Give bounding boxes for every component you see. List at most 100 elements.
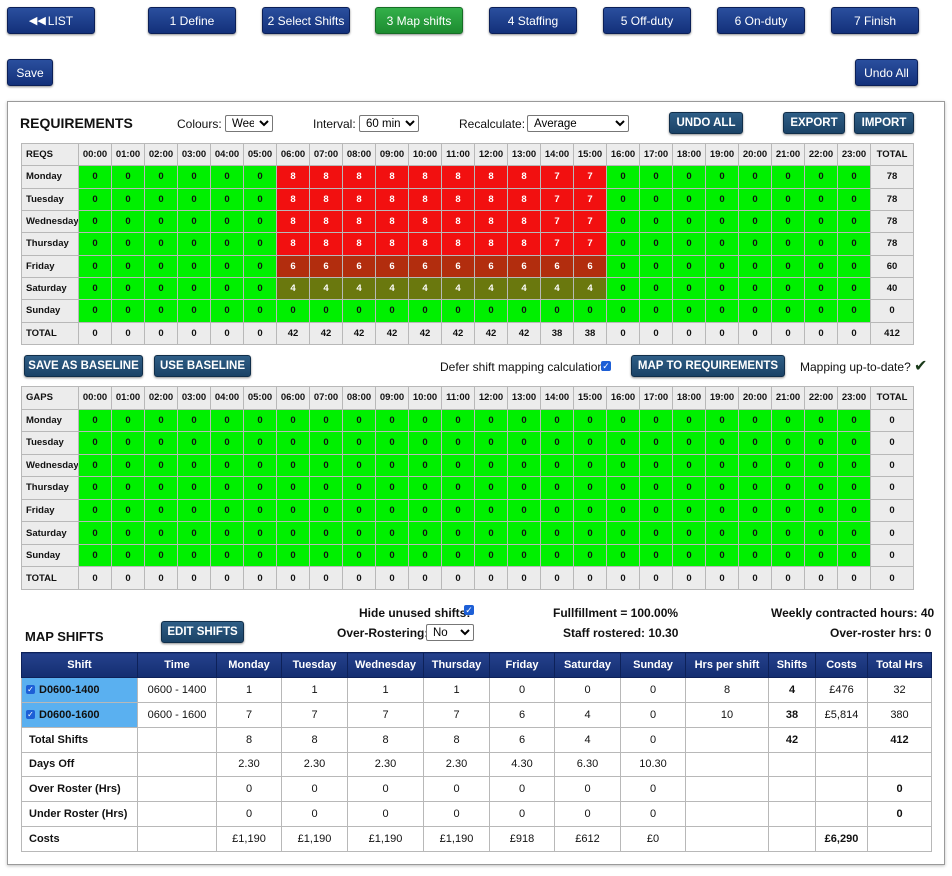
gaps-cell[interactable]: 0 bbox=[837, 498, 871, 523]
reqs-cell[interactable]: 8 bbox=[441, 209, 475, 234]
gaps-cell[interactable]: 0 bbox=[672, 521, 706, 545]
reqs-cell[interactable]: 8 bbox=[375, 232, 409, 256]
reqs-cell[interactable]: 0 bbox=[441, 299, 475, 323]
reqs-cell[interactable]: 0 bbox=[606, 299, 640, 323]
gaps-cell[interactable]: 0 bbox=[639, 521, 673, 545]
undo-all-top-button[interactable]: Undo All bbox=[855, 59, 918, 86]
reqs-cell[interactable]: 0 bbox=[78, 276, 112, 301]
gaps-cell[interactable]: 0 bbox=[441, 498, 475, 523]
gaps-cell[interactable]: 0 bbox=[144, 476, 178, 500]
reqs-cell[interactable]: 0 bbox=[144, 299, 178, 323]
gaps-cell[interactable]: 0 bbox=[771, 543, 805, 568]
gaps-cell[interactable]: 0 bbox=[408, 498, 442, 523]
gaps-cell[interactable]: 0 bbox=[837, 453, 871, 478]
reqs-cell[interactable]: 8 bbox=[342, 187, 376, 211]
reqs-cell[interactable]: 0 bbox=[672, 187, 706, 211]
gaps-cell[interactable]: 0 bbox=[738, 476, 772, 500]
gaps-cell[interactable]: 0 bbox=[309, 476, 343, 500]
reqs-cell[interactable]: 7 bbox=[540, 187, 574, 211]
reqs-cell[interactable]: 8 bbox=[276, 209, 310, 234]
gaps-cell[interactable]: 0 bbox=[738, 543, 772, 568]
reqs-cell[interactable]: 0 bbox=[705, 232, 739, 256]
reqs-cell[interactable]: 0 bbox=[210, 276, 244, 301]
reqs-cell[interactable]: 7 bbox=[573, 187, 607, 211]
reqs-cell[interactable]: 0 bbox=[210, 209, 244, 234]
gaps-cell[interactable]: 0 bbox=[837, 408, 871, 433]
save-button[interactable]: Save bbox=[7, 59, 53, 86]
reqs-cell[interactable]: 6 bbox=[507, 254, 541, 278]
shift-cell[interactable]: 6 bbox=[489, 701, 555, 728]
gaps-cell[interactable]: 0 bbox=[639, 408, 673, 433]
reqs-cell[interactable]: 0 bbox=[804, 209, 838, 234]
reqs-cell[interactable]: 7 bbox=[540, 209, 574, 234]
gaps-cell[interactable]: 0 bbox=[276, 453, 310, 478]
reqs-cell[interactable]: 0 bbox=[309, 299, 343, 323]
reqs-cell[interactable]: 8 bbox=[441, 232, 475, 256]
reqs-cell[interactable]: 0 bbox=[210, 299, 244, 323]
gaps-cell[interactable]: 0 bbox=[177, 453, 211, 478]
reqs-cell[interactable]: 0 bbox=[705, 299, 739, 323]
shift-checkbox[interactable]: ✓ bbox=[26, 685, 35, 695]
reqs-cell[interactable]: 0 bbox=[78, 299, 112, 323]
reqs-cell[interactable]: 0 bbox=[573, 299, 607, 323]
reqs-cell[interactable]: 0 bbox=[177, 299, 211, 323]
gaps-cell[interactable]: 0 bbox=[639, 476, 673, 500]
gaps-cell[interactable]: 0 bbox=[111, 453, 145, 478]
gaps-cell[interactable]: 0 bbox=[738, 431, 772, 455]
gaps-cell[interactable]: 0 bbox=[210, 453, 244, 478]
reqs-cell[interactable]: 0 bbox=[804, 254, 838, 278]
shift-cell[interactable]: 7 bbox=[347, 701, 424, 728]
reqs-cell[interactable]: 0 bbox=[144, 232, 178, 256]
reqs-cell[interactable]: 8 bbox=[309, 209, 343, 234]
gaps-cell[interactable]: 0 bbox=[606, 408, 640, 433]
gaps-cell[interactable]: 0 bbox=[441, 521, 475, 545]
gaps-cell[interactable]: 0 bbox=[111, 498, 145, 523]
recalculate-select[interactable]: Average bbox=[527, 115, 629, 132]
gaps-cell[interactable]: 0 bbox=[276, 521, 310, 545]
gaps-cell[interactable]: 0 bbox=[804, 498, 838, 523]
gaps-cell[interactable]: 0 bbox=[177, 498, 211, 523]
export-button[interactable]: EXPORT bbox=[783, 112, 845, 134]
gaps-cell[interactable]: 0 bbox=[705, 521, 739, 545]
gaps-cell[interactable]: 0 bbox=[507, 453, 541, 478]
shift-cell[interactable]: 7 bbox=[423, 701, 490, 728]
reqs-cell[interactable]: 0 bbox=[78, 209, 112, 234]
gaps-cell[interactable]: 0 bbox=[606, 543, 640, 568]
gaps-cell[interactable]: 0 bbox=[639, 498, 673, 523]
reqs-cell[interactable]: 8 bbox=[342, 232, 376, 256]
reqs-cell[interactable]: 0 bbox=[78, 165, 112, 189]
reqs-cell[interactable]: 8 bbox=[441, 165, 475, 189]
reqs-cell[interactable]: 0 bbox=[771, 187, 805, 211]
gaps-cell[interactable]: 0 bbox=[738, 453, 772, 478]
shift-checkbox[interactable]: ✓ bbox=[26, 710, 35, 720]
gaps-cell[interactable]: 0 bbox=[639, 431, 673, 455]
gaps-cell[interactable]: 0 bbox=[474, 498, 508, 523]
gaps-cell[interactable]: 0 bbox=[507, 408, 541, 433]
reqs-cell[interactable]: 8 bbox=[441, 187, 475, 211]
reqs-cell[interactable]: 8 bbox=[375, 187, 409, 211]
reqs-cell[interactable]: 8 bbox=[375, 165, 409, 189]
gaps-cell[interactable]: 0 bbox=[474, 476, 508, 500]
reqs-cell[interactable]: 4 bbox=[408, 276, 442, 301]
gaps-cell[interactable]: 0 bbox=[573, 476, 607, 500]
gaps-cell[interactable]: 0 bbox=[309, 453, 343, 478]
gaps-cell[interactable]: 0 bbox=[606, 431, 640, 455]
gaps-cell[interactable]: 0 bbox=[144, 431, 178, 455]
reqs-cell[interactable]: 7 bbox=[573, 165, 607, 189]
gaps-cell[interactable]: 0 bbox=[78, 476, 112, 500]
step-button-1[interactable]: 1 Define bbox=[148, 7, 236, 34]
gaps-cell[interactable]: 0 bbox=[309, 543, 343, 568]
gaps-cell[interactable]: 0 bbox=[474, 521, 508, 545]
gaps-cell[interactable]: 0 bbox=[573, 498, 607, 523]
reqs-cell[interactable]: 6 bbox=[276, 254, 310, 278]
reqs-cell[interactable]: 0 bbox=[111, 232, 145, 256]
reqs-cell[interactable]: 0 bbox=[606, 276, 640, 301]
reqs-cell[interactable]: 0 bbox=[639, 276, 673, 301]
gaps-cell[interactable]: 0 bbox=[177, 431, 211, 455]
gaps-cell[interactable]: 0 bbox=[738, 408, 772, 433]
reqs-cell[interactable]: 4 bbox=[474, 276, 508, 301]
gaps-cell[interactable]: 0 bbox=[837, 521, 871, 545]
reqs-cell[interactable]: 0 bbox=[78, 187, 112, 211]
gaps-cell[interactable]: 0 bbox=[276, 476, 310, 500]
reqs-cell[interactable]: 6 bbox=[342, 254, 376, 278]
